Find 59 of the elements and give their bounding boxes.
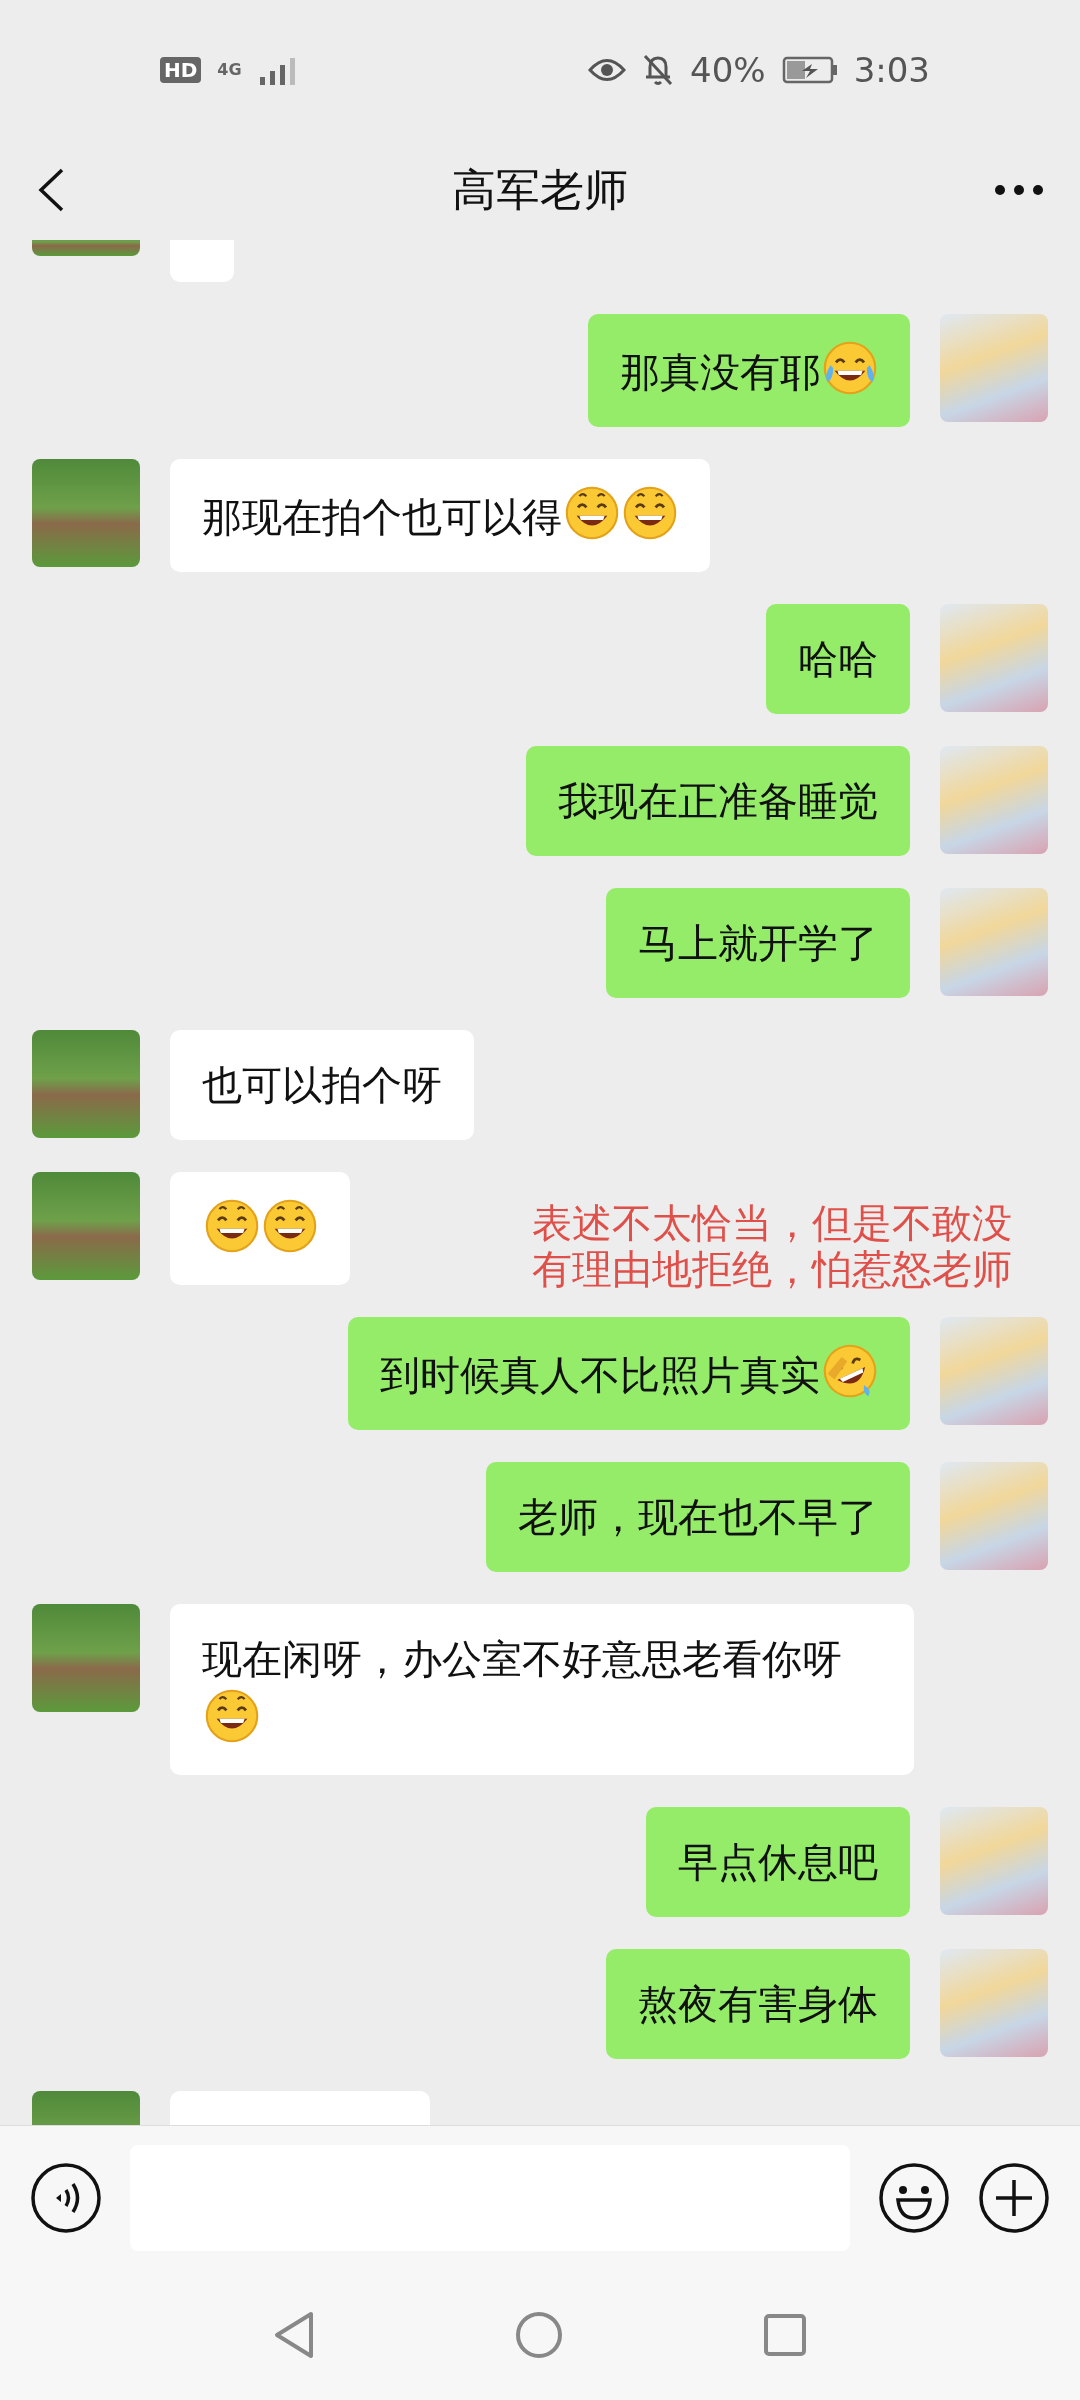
message-bubble[interactable]: 到时候真人不比照片真实 — [348, 1317, 910, 1430]
grinning-face-icon — [204, 1198, 260, 1254]
recents-square-icon[interactable] — [763, 2313, 807, 2357]
message-text: 到时候真人不比照片真实 — [380, 1352, 820, 1398]
avatar-photo[interactable] — [940, 1462, 1048, 1570]
hd-badge: HD — [160, 57, 202, 83]
grinning-face-icon — [564, 485, 620, 541]
avatar-photo[interactable] — [940, 604, 1048, 712]
message-text: 那真没有耶 — [620, 349, 820, 395]
laughing-face-icon — [822, 1343, 878, 1399]
message-bubble[interactable]: 我现在正准备睡觉 — [526, 746, 910, 856]
avatar-photo[interactable] — [940, 1807, 1048, 1915]
message-bubble[interactable]: 马上就开学了 — [606, 888, 910, 998]
more-icon[interactable] — [994, 184, 1044, 196]
chat-title: 高军老师 — [452, 164, 628, 215]
message-bubble[interactable]: 也可以拍个呀 — [170, 1030, 474, 1140]
muted-bell-icon — [642, 53, 675, 87]
grinning-face-icon — [622, 485, 678, 541]
message-text: 熬夜有害身体 — [638, 1981, 878, 2027]
annotation-text: 表述不太恰当，但是不敢没有理由地拒绝，怕惹怒老师 — [531, 1200, 1012, 1292]
message-bubble[interactable] — [170, 1172, 350, 1285]
message-text: 老师，现在也不早了 — [518, 1494, 878, 1540]
back-triangle-icon[interactable] — [273, 2311, 315, 2359]
message-text: 那现在拍个也可以得 — [202, 494, 562, 540]
home-circle-icon[interactable] — [515, 2311, 563, 2359]
back-icon[interactable] — [36, 167, 66, 213]
battery-charging-icon — [781, 56, 838, 84]
message-text: 哈哈 — [798, 636, 878, 682]
voice-icon[interactable] — [30, 2162, 102, 2234]
message-bubble[interactable]: 哈哈 — [766, 604, 910, 714]
battery-percent: 40% — [690, 48, 766, 92]
avatar-photo[interactable] — [32, 459, 140, 567]
message-text: 我现在正准备睡觉 — [558, 778, 878, 824]
avatar-photo[interactable] — [940, 746, 1048, 854]
avatar-photo[interactable] — [32, 1172, 140, 1280]
message-text: 马上就开学了 — [638, 920, 878, 966]
message-text: 现在闲呀，办公室不好意思老看你呀 — [202, 1636, 842, 1682]
message-bubble[interactable]: 现在闲呀，办公室不好意思老看你呀 — [170, 1604, 914, 1775]
message-text: 也可以拍个呀 — [202, 1062, 442, 1108]
message-bubble[interactable]: 早点休息吧 — [646, 1807, 910, 1917]
clock-time: 3:03 — [853, 48, 930, 92]
avatar-photo[interactable] — [32, 1030, 140, 1138]
message-text: 早点休息吧 — [678, 1839, 878, 1885]
message-bubble[interactable]: 熬夜有害身体 — [606, 1949, 910, 2059]
message-bubble[interactable]: 老师，现在也不早了 — [486, 1462, 910, 1572]
message-bubble[interactable]: 那现在拍个也可以得 — [170, 459, 710, 572]
message-bubble[interactable]: 那真没有耶 — [588, 314, 910, 427]
network-type: 4G — [217, 62, 242, 78]
grinning-face-icon — [204, 1688, 260, 1744]
plus-icon[interactable] — [978, 2162, 1050, 2234]
emoji-icon[interactable] — [878, 2162, 950, 2234]
avatar-photo[interactable] — [940, 314, 1048, 422]
avatar-photo[interactable] — [940, 888, 1048, 996]
eye-icon — [588, 57, 627, 83]
laughing-tears-face-icon — [822, 340, 878, 396]
avatar-photo[interactable] — [32, 1604, 140, 1712]
avatar-photo[interactable] — [940, 1317, 1048, 1425]
grinning-face-icon — [262, 1198, 318, 1254]
avatar-photo[interactable] — [940, 1949, 1048, 2057]
